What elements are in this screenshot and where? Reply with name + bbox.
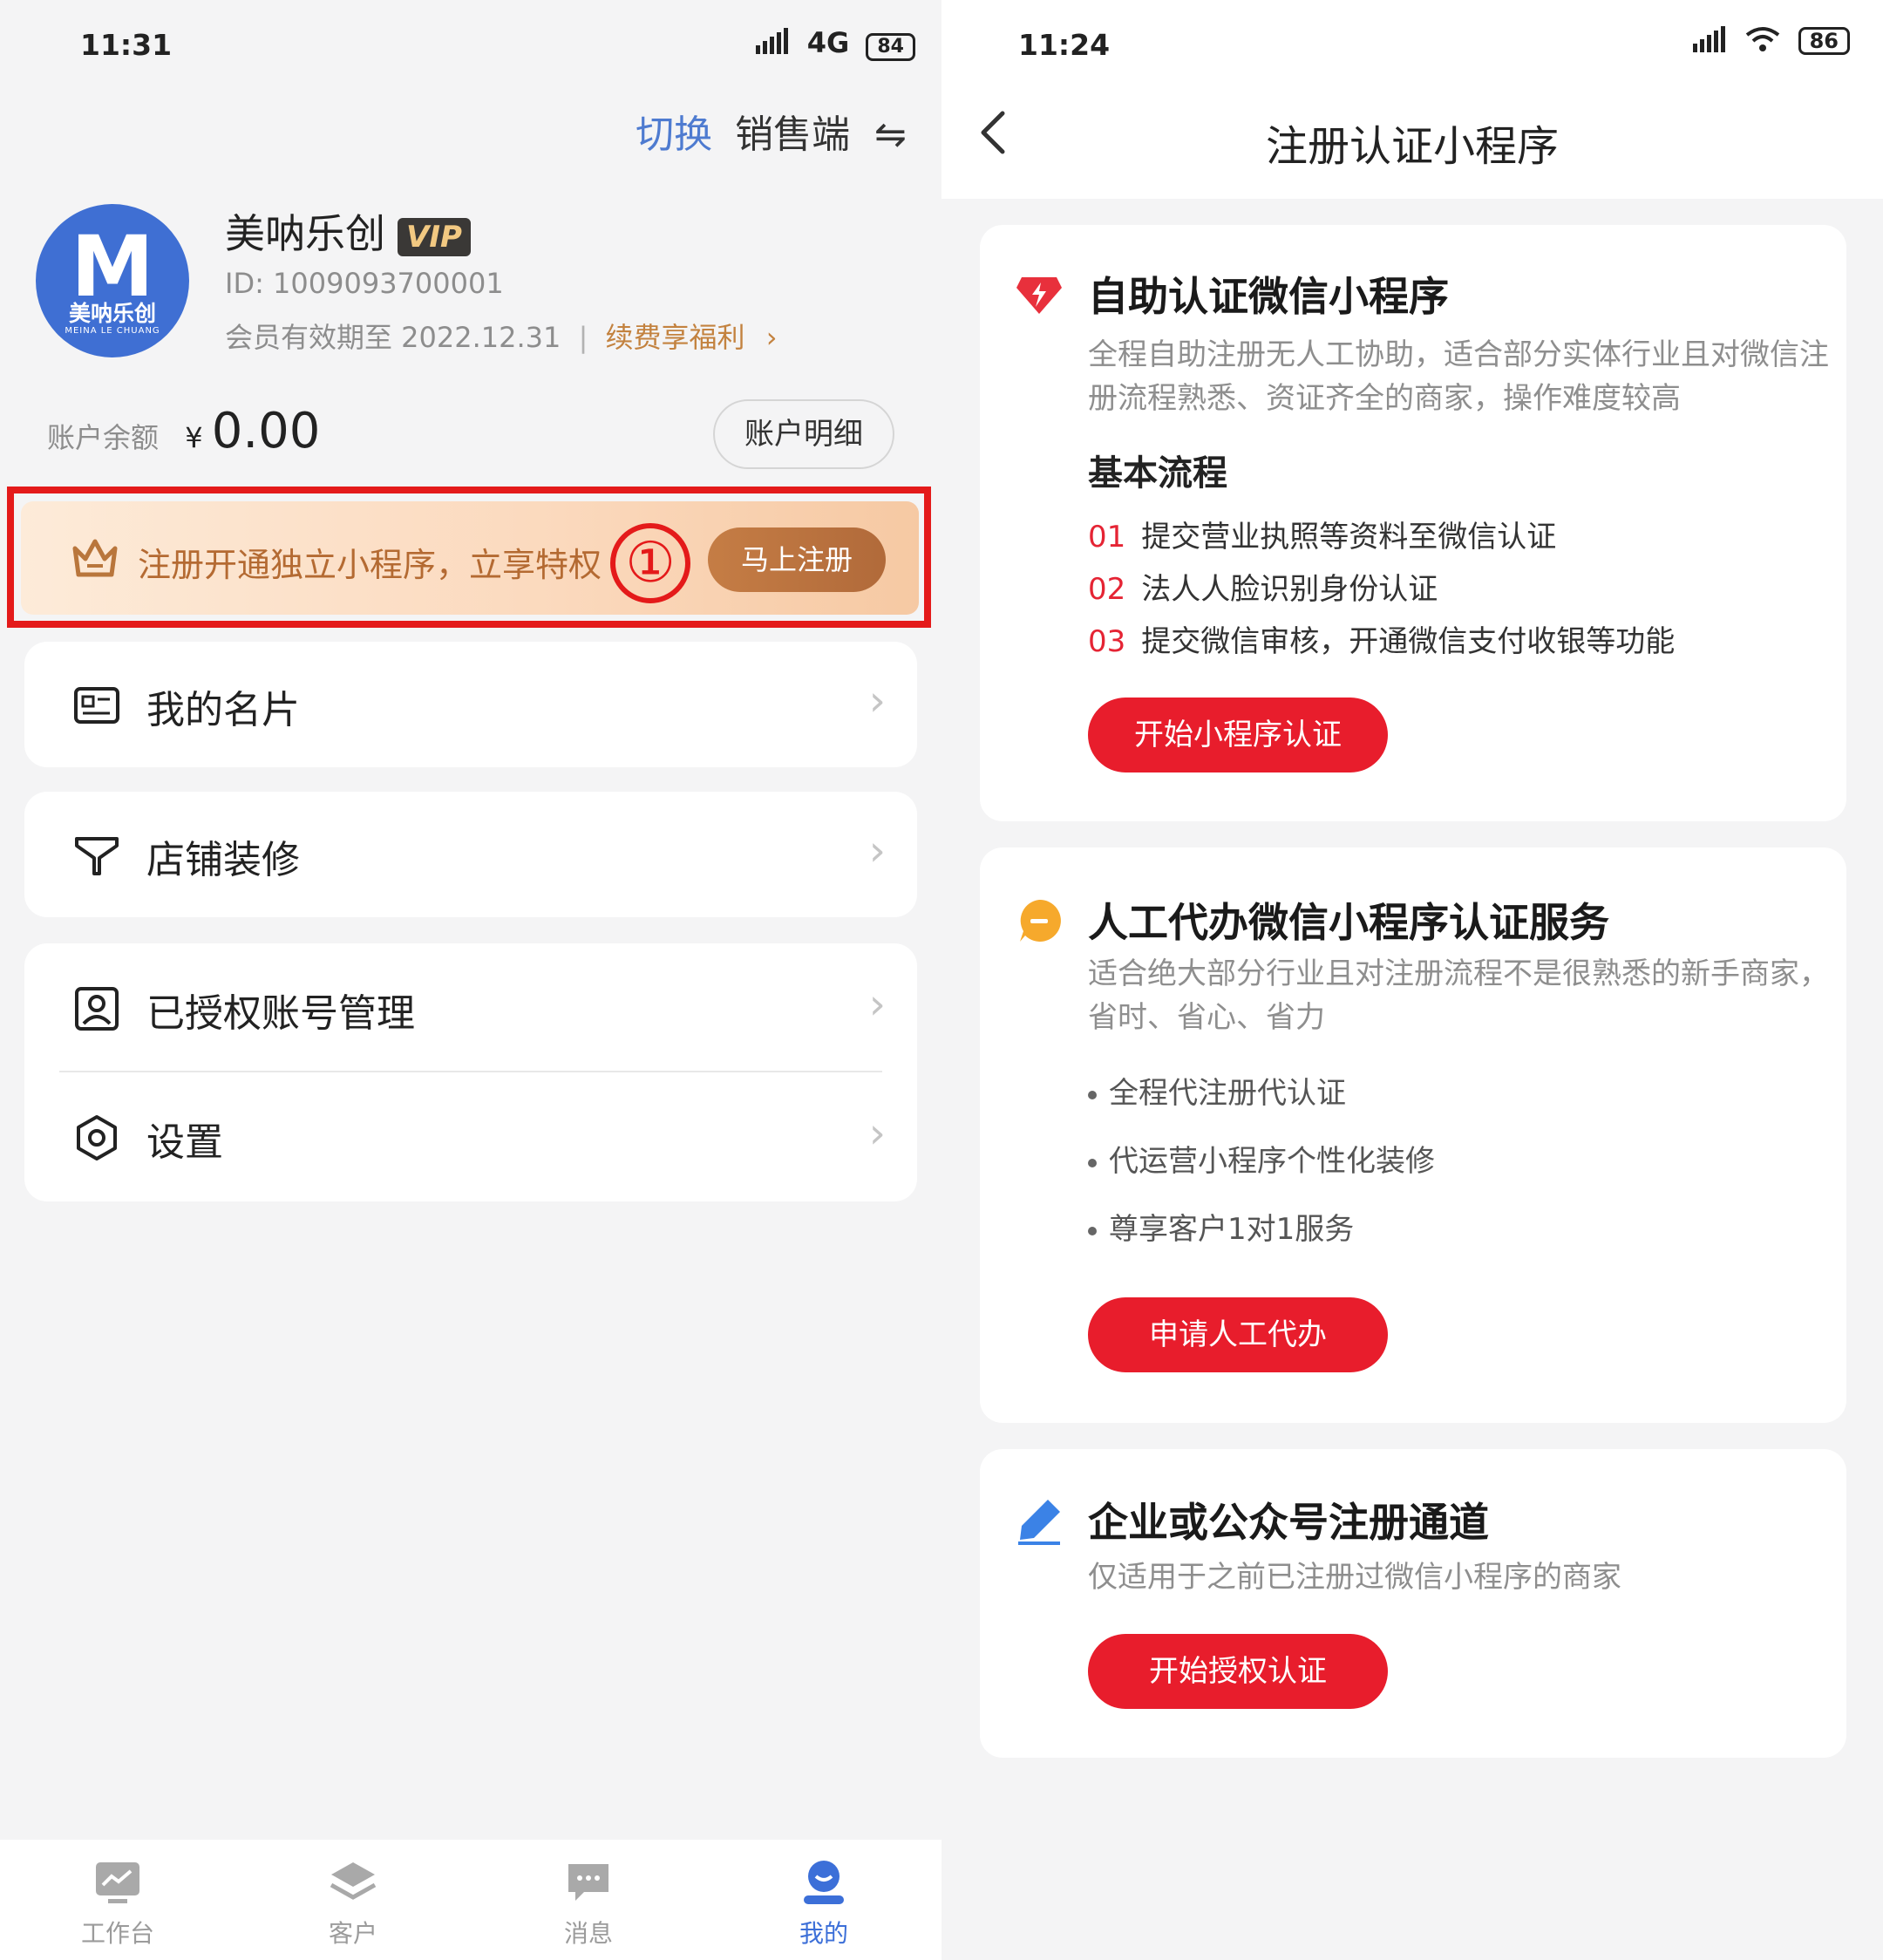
chevron-right-icon: ›	[868, 980, 886, 1029]
wifi-icon	[1745, 26, 1780, 58]
switch-label: 切换	[636, 112, 713, 157]
flow-step: 02 法人人脸识别身份认证	[1088, 565, 1438, 608]
settings-icon	[77, 1115, 117, 1160]
currency-symbol: ¥	[185, 421, 203, 454]
lightning-diamond-icon	[1016, 277, 1062, 314]
account-detail-button[interactable]: 账户明细	[713, 399, 894, 469]
feature-bullet: 尊享客户1对1服务	[1088, 1205, 1354, 1248]
role-label: 销售端	[735, 112, 851, 157]
chat-bubble-icon	[1020, 899, 1061, 942]
chevron-right-icon: ›	[868, 677, 886, 725]
apply-manual-service-button[interactable]: 申请人工代办	[1088, 1297, 1388, 1372]
id-card-icon	[74, 687, 119, 724]
network-type: 4G	[806, 26, 850, 59]
battery-icon: 84	[866, 33, 915, 61]
message-icon	[568, 1864, 608, 1901]
menu-label: 设置	[146, 1120, 223, 1165]
chevron-right-icon: ›	[868, 827, 886, 875]
menu-card-business-card: 我的名片 ›	[24, 642, 917, 767]
start-miniprogram-auth-button[interactable]: 开始小程序认证	[1088, 698, 1388, 772]
membership-validity: 会员有效期至 2022.12.31	[225, 321, 561, 354]
user-icon	[804, 1861, 844, 1904]
section-description: 仅适用于之前已注册过微信小程序的商家	[1088, 1560, 1621, 1595]
profile-id: ID: 1009093700001	[225, 267, 504, 300]
section-description: 适合绝大部分行业且对注册流程不是很熟悉的新手商家，省时、省心、省力	[1088, 956, 1829, 1035]
pencil-icon	[1018, 1500, 1060, 1545]
self-service-card: 自助认证微信小程序 全程自助注册无人工协助，适合部分实体行业且对微信注册流程熟悉…	[980, 225, 1846, 821]
step-text: 提交微信审核，开通微信支付收银等功能	[1141, 624, 1676, 659]
tab-label: 消息	[563, 1919, 613, 1948]
tab-label: 工作台	[80, 1919, 154, 1948]
avatar-text: 美呐乐创	[68, 301, 156, 326]
avatar-subtext: MEINA LE CHUANG	[65, 326, 160, 336]
section-title: 自助认证微信小程序	[1088, 273, 1449, 320]
menu-item-business-card[interactable]: 我的名片 ›	[24, 642, 917, 767]
section-title: 企业或公众号注册通道	[1088, 1499, 1489, 1546]
status-icons: 4G 84	[755, 26, 915, 61]
right-screen: 11:24 86 注册认证小程序 自助认证微信小程序 全程自助注册无人工协助，适…	[942, 0, 1883, 1960]
menu-label: 店铺装修	[146, 838, 300, 882]
menu-card-store-decor: 店铺装修 ›	[24, 792, 917, 917]
status-icons: 86	[1692, 26, 1850, 61]
tab-mine[interactable]: 我的	[754, 1857, 894, 1950]
bottom-tab-bar: 工作台 客户 消息 我的	[0, 1840, 942, 1960]
tab-label: 客户	[328, 1919, 377, 1948]
profile-name: 美呐乐创	[225, 210, 385, 257]
tab-label: 我的	[799, 1919, 848, 1948]
membership-row: 会员有效期至 2022.12.31 | 续费享福利 ›	[225, 316, 778, 356]
user-portrait-icon	[75, 987, 119, 1031]
menu-card-group: 已授权账号管理 › 设置 ›	[24, 943, 917, 1201]
status-time: 11:31	[80, 28, 173, 62]
tab-messages[interactable]: 消息	[519, 1857, 658, 1950]
tab-workbench[interactable]: 工作台	[48, 1857, 187, 1950]
separator: |	[578, 321, 588, 354]
balance-amount: 0.00	[211, 403, 321, 459]
signal-icon	[1692, 26, 1728, 58]
paint-brush-icon	[75, 837, 119, 875]
annotation-box-1	[7, 487, 931, 628]
manual-service-card: 人工代办微信小程序认证服务 适合绝大部分行业且对注册流程不是很熟悉的新手商家，省…	[980, 847, 1846, 1423]
role-switch[interactable]: 切换 销售端 ⇋	[636, 103, 907, 159]
profile-name-row: 美呐乐创 VIP	[225, 202, 471, 260]
status-time: 11:24	[1018, 28, 1111, 62]
page-title: 注册认证小程序	[1265, 122, 1559, 171]
flow-step: 01 提交营业执照等资料至微信认证	[1088, 513, 1556, 555]
step-number: 03	[1088, 624, 1126, 659]
feature-bullet: 全程代注册代认证	[1088, 1069, 1346, 1112]
layers-icon	[330, 1862, 377, 1900]
vip-badge: VIP	[398, 217, 471, 256]
menu-item-store-decor[interactable]: 店铺装修 ›	[24, 792, 917, 917]
nav-bar: 注册认证小程序	[942, 61, 1883, 199]
renew-link[interactable]: 续费享福利	[606, 321, 745, 354]
balance-label: 账户余额	[47, 421, 160, 454]
battery-icon: 86	[1798, 27, 1850, 55]
signal-icon	[755, 28, 791, 61]
swap-icon: ⇋	[874, 112, 907, 157]
step-text: 法人人脸识别身份认证	[1141, 572, 1438, 607]
section-title: 人工代办微信小程序认证服务	[1088, 899, 1609, 946]
chevron-right-icon: ›	[868, 1109, 886, 1158]
tab-customers[interactable]: 客户	[283, 1857, 423, 1950]
step-number: 02	[1088, 572, 1126, 607]
flow-step: 03 提交微信审核，开通微信支付收银等功能	[1088, 617, 1675, 660]
avatar[interactable]: M 美呐乐创 MEINA LE CHUANG	[36, 204, 189, 357]
balance-row: 账户余额 ¥ 0.00	[47, 403, 320, 459]
menu-label: 已授权账号管理	[146, 991, 415, 1036]
step-text: 提交营业执照等资料至微信认证	[1141, 520, 1557, 555]
left-screen: 11:31 4G 84 切换 销售端 ⇋ M 美呐乐创 MEINA LE CHUA…	[0, 0, 942, 1960]
enterprise-channel-card: 企业或公众号注册通道 仅适用于之前已注册过微信小程序的商家 开始授权认证	[980, 1449, 1846, 1758]
workbench-icon	[96, 1862, 139, 1903]
menu-item-settings[interactable]: 设置 ›	[24, 1074, 917, 1200]
flow-title: 基本流程	[1088, 453, 1227, 493]
menu-divider	[59, 1071, 882, 1072]
feature-bullet: 代运营小程序个性化装修	[1088, 1137, 1435, 1180]
menu-item-authorized-accounts[interactable]: 已授权账号管理 ›	[24, 945, 917, 1071]
section-description: 全程自助注册无人工协助，适合部分实体行业且对微信注册流程熟悉、资证齐全的商家，操…	[1088, 337, 1829, 416]
annotation-number-1: ①	[610, 523, 690, 603]
start-authorization-button[interactable]: 开始授权认证	[1088, 1634, 1388, 1709]
menu-label: 我的名片	[146, 688, 300, 732]
chevron-right-icon: ›	[765, 321, 778, 354]
step-number: 01	[1088, 520, 1126, 555]
